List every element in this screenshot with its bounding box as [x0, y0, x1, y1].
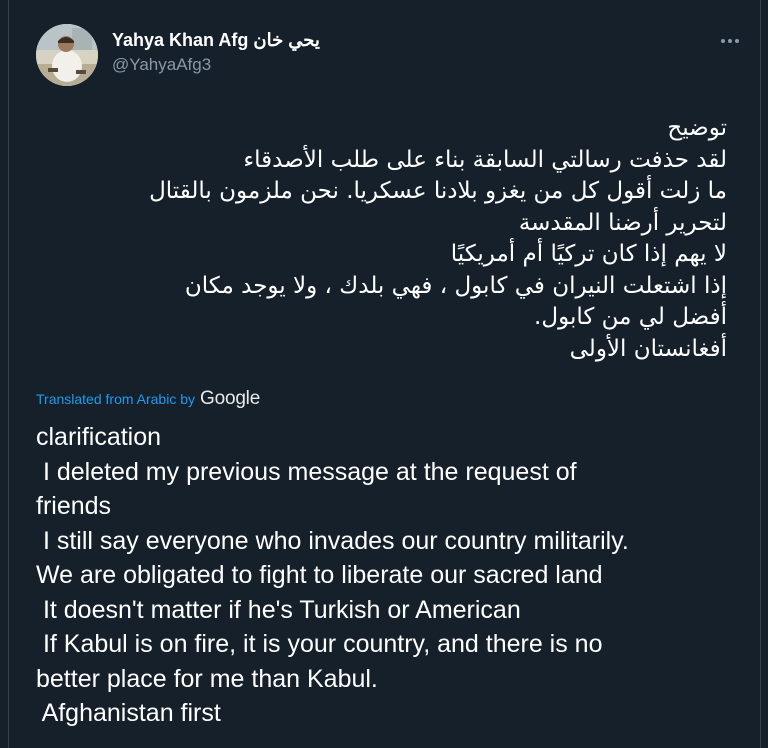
- arabic-line: لا يهم إذا كان تركيًا أم أمريكيًا: [450, 241, 727, 267]
- arabic-line: إذا اشتعلت النيران في كابول ، فهي بلدك ،…: [184, 272, 727, 299]
- arabic-line: أفغانستان الأولى: [569, 335, 727, 362]
- avatar[interactable]: [36, 24, 98, 86]
- arabic-line: توضيح: [667, 115, 727, 141]
- author-display-name[interactable]: Yahya Khan Afg يحي خان: [112, 30, 320, 51]
- english-line: Afghanistan first: [36, 699, 221, 727]
- english-line: I still say everyone who invades our cou…: [36, 526, 629, 555]
- arabic-line: أفضل لي من كابول.: [534, 304, 727, 330]
- tweet-translated-text: clarification I deleted my previous mess…: [36, 420, 746, 731]
- avatar-photo: [36, 24, 98, 86]
- arabic-line: لقد حذفت رسالتي السابقة بناء على طلب الأ…: [243, 146, 727, 173]
- translated-from-link[interactable]: Translated from Arabic by: [36, 391, 195, 407]
- tweet-card: Yahya Khan Afg يحي خان @YahyaAfg3 توضيح …: [8, 0, 761, 748]
- english-line: I deleted my previous message at the req…: [36, 457, 577, 486]
- english-line: It doesn't matter if he's Turkish or Ame…: [36, 595, 521, 624]
- author-handle[interactable]: @YahyaAfg3: [112, 55, 211, 75]
- google-logo: Google: [200, 388, 261, 409]
- arabic-line: لتحرير أرضنا المقدسة: [518, 209, 727, 236]
- arabic-line: ما زلت أقول كل من يغزو بلادنا عسكريا. نح…: [149, 178, 727, 204]
- english-line: clarification: [36, 423, 162, 451]
- english-line: friends: [36, 492, 112, 520]
- translation-attribution: Translated from Arabic by Google: [36, 388, 260, 410]
- more-options-button[interactable]: [713, 26, 747, 56]
- english-line: If Kabul is on fire, it is your country,…: [36, 630, 603, 658]
- english-line: We are obligated to fight to liberate ou…: [36, 561, 603, 589]
- tweet-original-text: توضيح لقد حذفت رسالتي السابقة بناء على ط…: [7, 113, 727, 365]
- english-line: better place for me than Kabul.: [36, 664, 378, 693]
- more-horizontal-icon: [721, 39, 739, 43]
